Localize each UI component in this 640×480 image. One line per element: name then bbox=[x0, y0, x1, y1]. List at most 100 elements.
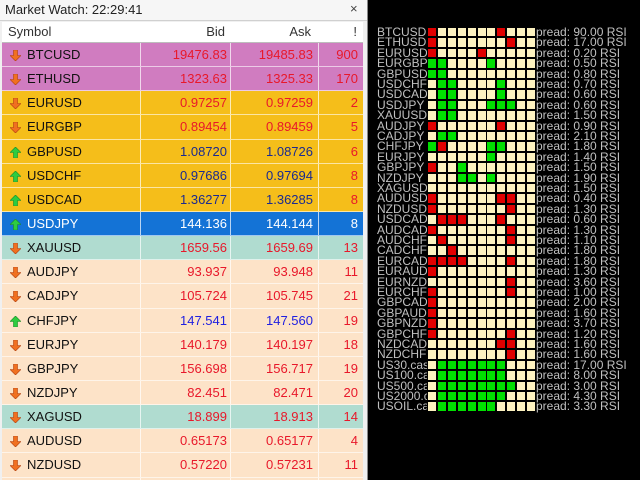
heatmap-cell bbox=[496, 27, 507, 38]
heatmap-cell bbox=[516, 99, 527, 111]
heatmap-cell bbox=[427, 318, 437, 329]
heatmap-cell bbox=[496, 131, 507, 142]
heatmap-cell bbox=[456, 391, 467, 402]
market-watch-row[interactable]: GBPJPY 156.698 156.717 19 bbox=[2, 356, 363, 381]
heatmap-cell bbox=[446, 307, 457, 319]
heatmap-cell bbox=[466, 307, 477, 319]
market-watch-row[interactable]: ETHUSD 1323.63 1325.33 170 bbox=[2, 67, 363, 92]
arrow-up-icon bbox=[9, 146, 22, 158]
heatmap-cell bbox=[486, 151, 497, 163]
heatmap-cell bbox=[486, 307, 497, 319]
heatmap-cell bbox=[466, 214, 477, 225]
market-watch-row[interactable]: XAUUSD 1659.56 1659.69 13 bbox=[2, 236, 363, 261]
heatmap-cell bbox=[486, 27, 497, 38]
heatmap-cell bbox=[446, 37, 457, 48]
heatmap-cell bbox=[486, 99, 497, 111]
heatmap-cell bbox=[427, 141, 437, 152]
market-watch-row[interactable]: USDCAD 1.36277 1.36285 8 bbox=[2, 187, 363, 212]
column-bid-header[interactable]: Bid bbox=[206, 24, 225, 39]
ask-cell: 1659.69 bbox=[266, 240, 313, 256]
market-watch-row[interactable]: CADJPY 105.724 105.745 21 bbox=[2, 284, 363, 309]
heatmap-cell bbox=[466, 183, 477, 194]
heatmap-cell bbox=[496, 120, 507, 131]
column-ask-header[interactable]: Ask bbox=[289, 24, 311, 39]
spread-cell: 11 bbox=[344, 264, 359, 280]
heatmap-cell bbox=[516, 47, 527, 59]
heatmap-cell bbox=[456, 58, 467, 69]
heatmap-cell bbox=[427, 47, 437, 59]
market-watch-row[interactable]: AUDJPY 93.937 93.948 11 bbox=[2, 260, 363, 285]
heatmap-cell bbox=[476, 110, 487, 121]
market-watch-row[interactable]: EURJPY 140.179 140.197 18 bbox=[2, 332, 363, 357]
heatmap-cell bbox=[506, 99, 517, 111]
spread-cell: 14 bbox=[343, 409, 358, 425]
ask-cell: 140.197 bbox=[266, 336, 313, 352]
heatmap-cell bbox=[486, 214, 497, 225]
market-watch-row[interactable]: EURGBP 0.89454 0.89459 5 bbox=[2, 115, 363, 140]
market-watch-row[interactable]: USDJPY 144.136 144.144 8 bbox=[2, 211, 363, 237]
column-symbol-header[interactable]: Symbol bbox=[8, 24, 51, 39]
heatmap-cell bbox=[427, 183, 437, 194]
heatmap-cell bbox=[506, 339, 517, 350]
heatmap-cell bbox=[427, 339, 437, 350]
symbol-cell: BTCUSD bbox=[27, 47, 81, 62]
heatmap-cell bbox=[436, 141, 447, 152]
market-watch-row[interactable]: NZDJPY 82.451 82.471 20 bbox=[2, 380, 363, 406]
heatmap-cell bbox=[476, 307, 487, 319]
heatmap-cell bbox=[466, 203, 477, 215]
heatmap-cell bbox=[496, 359, 507, 371]
heatmap-cell bbox=[516, 297, 527, 308]
arrow-down-icon bbox=[9, 73, 22, 86]
market-watch-row[interactable]: EURUSD 0.97257 0.97259 2 bbox=[2, 91, 363, 116]
heatmap-cell bbox=[436, 27, 447, 38]
heatmap-cell bbox=[496, 391, 507, 402]
heatmap-cell bbox=[427, 193, 437, 204]
heatmap-cell bbox=[476, 339, 487, 350]
heatmap-cell bbox=[496, 89, 507, 100]
market-watch-row[interactable]: NZDUSD 0.57220 0.57231 11 bbox=[2, 453, 363, 478]
column-spread-header[interactable]: ! bbox=[353, 24, 357, 39]
heatmap-cell bbox=[496, 266, 507, 277]
heatmap-cell bbox=[486, 245, 497, 256]
heatmap-cell bbox=[496, 99, 507, 111]
heatmap-cell bbox=[466, 235, 477, 246]
market-watch-row[interactable]: GBPUSD 1.08720 1.08726 6 bbox=[2, 139, 363, 164]
heatmap-cell bbox=[466, 391, 477, 402]
heatmap-cell bbox=[496, 276, 507, 287]
window-divider bbox=[367, 0, 368, 480]
arrow-down-icon bbox=[9, 387, 22, 400]
heatmap-cell bbox=[486, 297, 497, 308]
heatmap-cell bbox=[456, 266, 467, 277]
market-watch-row[interactable]: USDCHF 0.97686 0.97694 8 bbox=[2, 163, 363, 188]
heatmap-cell bbox=[456, 235, 467, 246]
heatmap-cell bbox=[506, 68, 517, 79]
heatmap-cell bbox=[456, 255, 467, 267]
heatmap-cell bbox=[516, 141, 527, 152]
heatmap-cell bbox=[436, 99, 447, 111]
heatmap-cell bbox=[486, 318, 497, 329]
close-icon[interactable]: × bbox=[350, 1, 358, 16]
heatmap-cell bbox=[476, 224, 487, 235]
bid-cell: 156.698 bbox=[180, 360, 227, 376]
heatmap-cell bbox=[466, 27, 477, 38]
heatmap-cell bbox=[446, 162, 457, 173]
bid-cell: 144.136 bbox=[180, 215, 227, 231]
heatmap-cell bbox=[486, 141, 497, 152]
ask-cell: 1.36285 bbox=[266, 191, 313, 207]
heatmap-cell bbox=[436, 110, 447, 121]
heatmap-cell bbox=[486, 68, 497, 79]
spread-cell: 170 bbox=[336, 71, 358, 87]
market-watch-row[interactable]: XAGUSD 18.899 18.913 14 bbox=[2, 405, 363, 430]
market-watch-row[interactable]: CHFJPY 147.541 147.560 19 bbox=[2, 308, 363, 333]
heatmap-cell bbox=[456, 276, 467, 287]
bid-cell: 1323.63 bbox=[180, 71, 227, 87]
heatmap-cell bbox=[516, 58, 527, 69]
heatmap-cell bbox=[496, 203, 507, 215]
heatmap-cell bbox=[476, 193, 487, 204]
heatmap-cell bbox=[436, 401, 447, 412]
market-watch-row[interactable]: AUDUSD 0.65173 0.65177 4 bbox=[2, 429, 363, 454]
heatmap-cell bbox=[427, 89, 437, 100]
heatmap-cell bbox=[436, 214, 447, 225]
heatmap-cell bbox=[486, 110, 497, 121]
market-watch-row[interactable]: BTCUSD 19476.83 19485.83 900 bbox=[2, 43, 363, 68]
